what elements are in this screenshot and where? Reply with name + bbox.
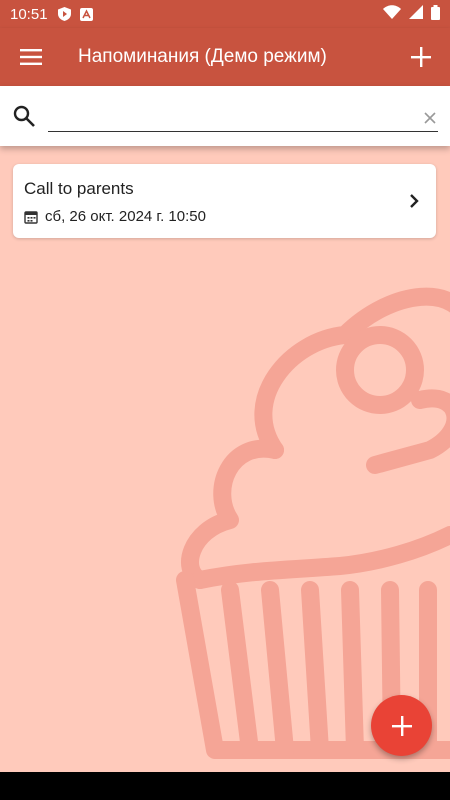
navigation-bar [0, 772, 450, 800]
app-bar: Напоминания (Демо режим) [0, 28, 450, 86]
wifi-icon [383, 5, 401, 23]
shield-play-icon [58, 7, 72, 21]
status-bar: 10:51 [0, 0, 450, 28]
signal-icon [409, 5, 423, 23]
plus-icon [411, 47, 431, 67]
reminder-title: Call to parents [24, 179, 134, 198]
app-notification-icon [80, 7, 94, 21]
chevron-right-icon [410, 194, 419, 208]
page-title: Напоминания (Демо режим) [78, 46, 327, 67]
menu-icon [20, 49, 42, 65]
search-input[interactable] [48, 104, 438, 132]
add-reminder-fab[interactable] [371, 695, 432, 756]
battery-icon [431, 4, 440, 24]
add-button[interactable] [392, 28, 450, 86]
status-right [383, 4, 440, 24]
search-bar [0, 86, 450, 146]
reminder-date: сб, 26 окт. 2024 г. 10:50 [45, 208, 206, 225]
clear-search-button[interactable] [420, 108, 440, 128]
reminder-card[interactable]: Call to parents сб, 26 окт. 2024 г. 10:5… [13, 164, 436, 238]
calendar-icon [24, 210, 38, 224]
plus-icon [391, 715, 412, 736]
reminder-date-row: сб, 26 окт. 2024 г. 10:50 [24, 208, 206, 225]
search-icon [13, 105, 35, 127]
status-time: 10:51 [10, 5, 48, 23]
close-icon [424, 112, 436, 124]
menu-button[interactable] [0, 28, 62, 86]
